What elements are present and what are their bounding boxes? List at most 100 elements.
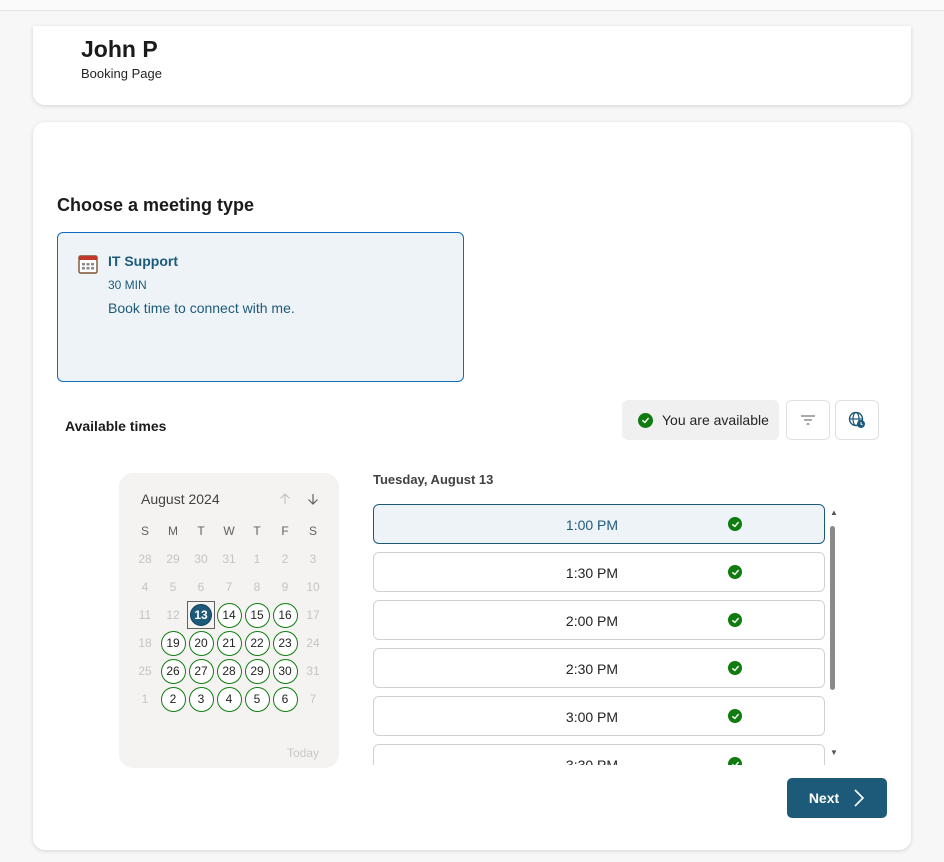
calendar-month-label: August 2024 <box>141 491 220 507</box>
calendar-day-unavailable: 31 <box>299 657 327 685</box>
calendar-day-available[interactable]: 20 <box>187 629 215 657</box>
time-slot[interactable]: 2:30 PM <box>373 648 825 688</box>
calendar-day-number: 24 <box>306 636 320 650</box>
calendar-day-number: 25 <box>138 664 152 678</box>
calendar-day-available[interactable]: 5 <box>243 685 271 713</box>
available-times-label: Available times <box>65 418 167 434</box>
availability-status: You are available <box>622 400 779 440</box>
calendar-day-available[interactable]: 16 <box>271 601 299 629</box>
calendar-day-unavailable: 18 <box>131 629 159 657</box>
time-slot-list: 1:00 PM 1:30 PM 2:00 PM 2:30 PM 3:00 PM 3:30 … <box>373 504 826 765</box>
calendar-day-available[interactable]: 6 <box>271 685 299 713</box>
next-month-button[interactable] <box>303 489 323 509</box>
calendar-day-selected[interactable]: 13 <box>187 601 215 629</box>
filter-button[interactable] <box>786 400 830 440</box>
page-subtitle: Booking Page <box>81 66 162 81</box>
section-title: Choose a meeting type <box>57 195 255 215</box>
check-circle-icon <box>728 757 742 765</box>
calendar-day-available[interactable]: 30 <box>271 657 299 685</box>
calendar-day-number: 3 <box>188 686 214 712</box>
weekday-header: M <box>168 524 178 538</box>
date-picker: August 2024 S M T W T F S 28 29 30 31 1 2 3 4 5 6 7 8 9 10 11… <box>119 473 339 768</box>
calendar-day-available[interactable]: 3 <box>187 685 215 713</box>
calendar-day-number: 16 <box>272 602 298 628</box>
calendar-day-number: 6 <box>272 686 298 712</box>
calendar-day-number: 5 <box>169 580 177 594</box>
calendar-day-number: 11 <box>138 608 152 622</box>
time-slot[interactable]: 3:30 PM <box>373 744 825 765</box>
calendar-day-available[interactable]: 23 <box>271 629 299 657</box>
calendar-grid: S M T W T F S 28 29 30 31 1 2 3 4 5 6 7 8 9 10 11 12 13 14 15 16 17… <box>131 517 327 713</box>
calendar-day-number: 4 <box>141 580 149 594</box>
calendar-day-number: 13 <box>190 604 212 626</box>
meeting-type-card[interactable]: IT Support 30 MIN Book time to connect w… <box>57 232 464 382</box>
calendar-day-unavailable: 29 <box>159 545 187 573</box>
previous-month-button[interactable] <box>275 489 295 509</box>
time-slot[interactable]: 1:00 PM <box>373 504 825 544</box>
check-circle-icon <box>728 517 742 531</box>
calendar-day-number: 26 <box>160 658 186 684</box>
arrow-up-icon <box>280 493 290 504</box>
time-slot-label: 1:00 PM <box>565 517 619 533</box>
calendar-day-unavailable: 3 <box>299 545 327 573</box>
time-slot[interactable]: 1:30 PM <box>373 552 825 592</box>
calendar-day-unavailable: 17 <box>299 601 327 629</box>
time-slot-label: 1:30 PM <box>565 565 619 581</box>
calendar-day-unavailable: 31 <box>215 545 243 573</box>
calendar-day-number: 29 <box>166 552 180 566</box>
time-slot-label: 3:00 PM <box>565 709 619 725</box>
weekday-header: T <box>197 524 205 538</box>
calendar-day-number: 12 <box>166 608 180 622</box>
calendar-day-number: 29 <box>244 658 270 684</box>
calendar-day-number: 5 <box>244 686 270 712</box>
calendar-day-unavailable: 4 <box>131 573 159 601</box>
time-slot[interactable]: 2:00 PM <box>373 600 825 640</box>
calendar-day-number: 15 <box>244 602 270 628</box>
calendar-day-number: 22 <box>244 630 270 656</box>
meeting-duration: 30 MIN <box>108 278 147 292</box>
time-zone-button[interactable] <box>835 400 879 440</box>
scroll-down-arrow[interactable]: ▼ <box>830 748 838 757</box>
calendar-day-unavailable: 11 <box>131 601 159 629</box>
calendar-day-available[interactable]: 21 <box>215 629 243 657</box>
calendar-day-available[interactable]: 28 <box>215 657 243 685</box>
calendar-day-unavailable: 9 <box>271 573 299 601</box>
calendar-day-number: 27 <box>188 658 214 684</box>
calendar-day-available[interactable]: 2 <box>159 685 187 713</box>
check-circle-icon <box>638 412 653 428</box>
calendar-day-available[interactable]: 14 <box>215 601 243 629</box>
next-button-label: Next <box>808 790 840 806</box>
calendar-day-unavailable: 6 <box>187 573 215 601</box>
calendar-day-available[interactable]: 22 <box>243 629 271 657</box>
calendar-day-available[interactable]: 29 <box>243 657 271 685</box>
check-circle-icon <box>728 709 742 723</box>
scroll-up-arrow[interactable]: ▲ <box>830 508 838 517</box>
calendar-day-unavailable: 8 <box>243 573 271 601</box>
calendar-day-number: 30 <box>272 658 298 684</box>
calendar-day-available[interactable]: 4 <box>215 685 243 713</box>
calendar-day-number: 28 <box>216 658 242 684</box>
time-slot-label: 2:30 PM <box>565 661 619 677</box>
calendar-day-unavailable: 24 <box>299 629 327 657</box>
calendar-day-unavailable: 1 <box>243 545 271 573</box>
calendar-day-available[interactable]: 19 <box>159 629 187 657</box>
calendar-day-available[interactable]: 26 <box>159 657 187 685</box>
scrollbar-thumb[interactable] <box>830 526 835 690</box>
check-circle-icon <box>728 661 742 675</box>
calendar-day-number: 20 <box>188 630 214 656</box>
selected-date-heading: Tuesday, August 13 <box>373 472 494 487</box>
calendar-day-available[interactable]: 15 <box>243 601 271 629</box>
calendar-day-unavailable: 25 <box>131 657 159 685</box>
calendar-day-number: 9 <box>281 580 289 594</box>
calendar-day-unavailable: 1 <box>131 685 159 713</box>
time-slot[interactable]: 3:00 PM <box>373 696 825 736</box>
filter-icon <box>801 415 815 425</box>
calendar-day-number: 8 <box>253 580 261 594</box>
calendar-day-number: 7 <box>309 692 317 706</box>
next-button[interactable]: Next <box>787 778 887 818</box>
calendar-icon <box>78 255 98 274</box>
today-button[interactable]: Today <box>287 746 319 760</box>
calendar-day-number: 23 <box>272 630 298 656</box>
calendar-day-number: 19 <box>160 630 186 656</box>
calendar-day-available[interactable]: 27 <box>187 657 215 685</box>
